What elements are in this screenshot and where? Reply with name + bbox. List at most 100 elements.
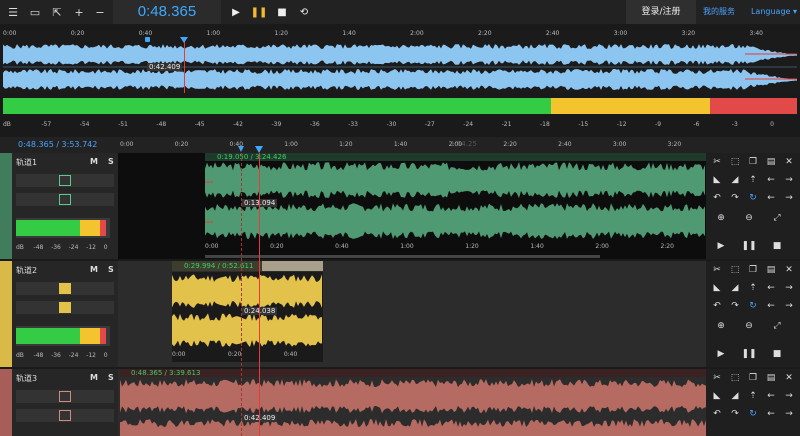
track-2-waveform[interactable]: [172, 272, 323, 362]
track-3-pan-slider[interactable]: [16, 409, 114, 422]
undo-icon[interactable]: ↶: [710, 191, 724, 205]
track-3-clip-header[interactable]: [120, 369, 706, 377]
stop-icon[interactable]: ■: [770, 347, 784, 361]
stop-icon[interactable]: ■: [770, 239, 784, 253]
overview-playhead[interactable]: [184, 38, 185, 93]
fade-out-icon[interactable]: ◢: [728, 173, 742, 187]
timeline-playhead[interactable]: [259, 153, 260, 436]
fade-out-icon[interactable]: ◢: [728, 389, 742, 403]
play-icon[interactable]: ▶: [714, 347, 728, 361]
track-1-pan-knob[interactable]: [59, 194, 71, 205]
cut-icon[interactable]: ✂: [710, 155, 724, 169]
move-right-icon[interactable]: →: [782, 389, 796, 403]
crop-icon[interactable]: ⬚: [728, 155, 742, 169]
back-icon[interactable]: ←: [764, 191, 778, 205]
track-2-solo-button[interactable]: S: [108, 265, 114, 274]
zoom-out-icon[interactable]: ⊖: [742, 319, 756, 333]
move-right-icon[interactable]: →: [782, 173, 796, 187]
back-icon[interactable]: ←: [764, 407, 778, 421]
track-2-clip-header-selected[interactable]: [262, 261, 323, 271]
undo-icon[interactable]: ↶: [710, 407, 724, 421]
forward-icon[interactable]: →: [782, 407, 796, 421]
my-service-link[interactable]: 我的服务: [698, 0, 740, 24]
language-select[interactable]: Language ▾: [748, 0, 800, 24]
track-2-name[interactable]: 轨道2: [16, 265, 37, 276]
paste-icon[interactable]: ▤: [764, 263, 778, 277]
track-3-name[interactable]: 轨道3: [16, 373, 37, 384]
zoom-in-icon[interactable]: ⊕: [714, 211, 728, 225]
fit-icon[interactable]: ⤢: [770, 319, 784, 333]
fade-out-icon[interactable]: ◢: [728, 281, 742, 295]
move-left-icon[interactable]: ←: [764, 281, 778, 295]
track-1-scrollbar[interactable]: [205, 255, 600, 258]
undo-icon[interactable]: ↶: [710, 299, 724, 313]
cut-icon[interactable]: ✂: [710, 263, 724, 277]
redo-icon[interactable]: ↷: [728, 299, 742, 313]
copy-icon[interactable]: ❐: [746, 263, 760, 277]
overview-start-marker[interactable]: [145, 37, 150, 42]
track-2-volume-knob[interactable]: [59, 283, 71, 294]
track-1-mute-button[interactable]: M: [90, 157, 98, 166]
loop-icon[interactable]: ⟲: [295, 3, 313, 21]
zoom-out-icon[interactable]: ⊖: [742, 211, 756, 225]
track-2-mute-button[interactable]: M: [90, 265, 98, 274]
track-3-pan-knob[interactable]: [59, 410, 71, 421]
forward-icon[interactable]: →: [782, 191, 796, 205]
pause-icon[interactable]: ❚❚: [741, 239, 756, 253]
close-icon[interactable]: ✕: [782, 155, 796, 169]
track-1-waveform[interactable]: [205, 162, 706, 242]
fade-in-icon[interactable]: ◣: [710, 281, 724, 295]
repeat-icon[interactable]: ↻: [746, 407, 760, 421]
track-1-volume-knob[interactable]: [59, 175, 71, 186]
move-up-icon[interactable]: ⇡: [746, 281, 760, 295]
track-2-volume-slider[interactable]: [16, 282, 114, 295]
redo-icon[interactable]: ↷: [728, 191, 742, 205]
track-1-solo-button[interactable]: S: [108, 157, 114, 166]
track-1-name[interactable]: 轨道1: [16, 157, 37, 168]
stop-icon[interactable]: ■: [273, 3, 291, 21]
paste-icon[interactable]: ▤: [764, 371, 778, 385]
repeat-icon[interactable]: ↻: [746, 299, 760, 313]
export-icon[interactable]: ⇱: [48, 3, 66, 21]
track-3-solo-button[interactable]: S: [108, 373, 114, 382]
add-icon[interactable]: +: [70, 3, 88, 21]
move-up-icon[interactable]: ⇡: [746, 173, 760, 187]
copy-icon[interactable]: ❐: [746, 371, 760, 385]
move-right-icon[interactable]: →: [782, 281, 796, 295]
open-folder-icon[interactable]: ▭: [26, 3, 44, 21]
login-button[interactable]: 登录/注册: [626, 0, 696, 24]
fade-in-icon[interactable]: ◣: [710, 389, 724, 403]
move-left-icon[interactable]: ←: [764, 389, 778, 403]
track-2-pan-slider[interactable]: [16, 301, 114, 314]
overview-waveform[interactable]: [3, 42, 797, 92]
track-1-volume-slider[interactable]: [16, 174, 114, 187]
fade-in-icon[interactable]: ◣: [710, 173, 724, 187]
redo-icon[interactable]: ↷: [728, 407, 742, 421]
track-3-waveform[interactable]: [120, 379, 706, 436]
close-icon[interactable]: ✕: [782, 371, 796, 385]
cut-icon[interactable]: ✂: [710, 371, 724, 385]
track-3-mute-button[interactable]: M: [90, 373, 98, 382]
pause-icon[interactable]: ❚❚: [741, 347, 756, 361]
paste-icon[interactable]: ▤: [764, 155, 778, 169]
remove-icon[interactable]: −: [91, 3, 109, 21]
forward-icon[interactable]: →: [782, 299, 796, 313]
track-2-pan-knob[interactable]: [59, 302, 71, 313]
fit-icon[interactable]: ⤢: [770, 211, 784, 225]
track-3-volume-slider[interactable]: [16, 390, 114, 403]
menu-icon[interactable]: ☰: [4, 3, 22, 21]
crop-icon[interactable]: ⬚: [728, 263, 742, 277]
track-1-pan-slider[interactable]: [16, 193, 114, 206]
move-left-icon[interactable]: ←: [764, 173, 778, 187]
close-icon[interactable]: ✕: [782, 263, 796, 277]
copy-icon[interactable]: ❐: [746, 155, 760, 169]
play-icon[interactable]: ▶: [714, 239, 728, 253]
track-3-volume-knob[interactable]: [59, 391, 71, 402]
back-icon[interactable]: ←: [764, 299, 778, 313]
zoom-in-icon[interactable]: ⊕: [714, 319, 728, 333]
move-up-icon[interactable]: ⇡: [746, 389, 760, 403]
crop-icon[interactable]: ⬚: [728, 371, 742, 385]
pause-icon[interactable]: ❚❚: [250, 3, 268, 21]
repeat-icon[interactable]: ↻: [746, 191, 760, 205]
play-icon[interactable]: ▶: [227, 3, 245, 21]
